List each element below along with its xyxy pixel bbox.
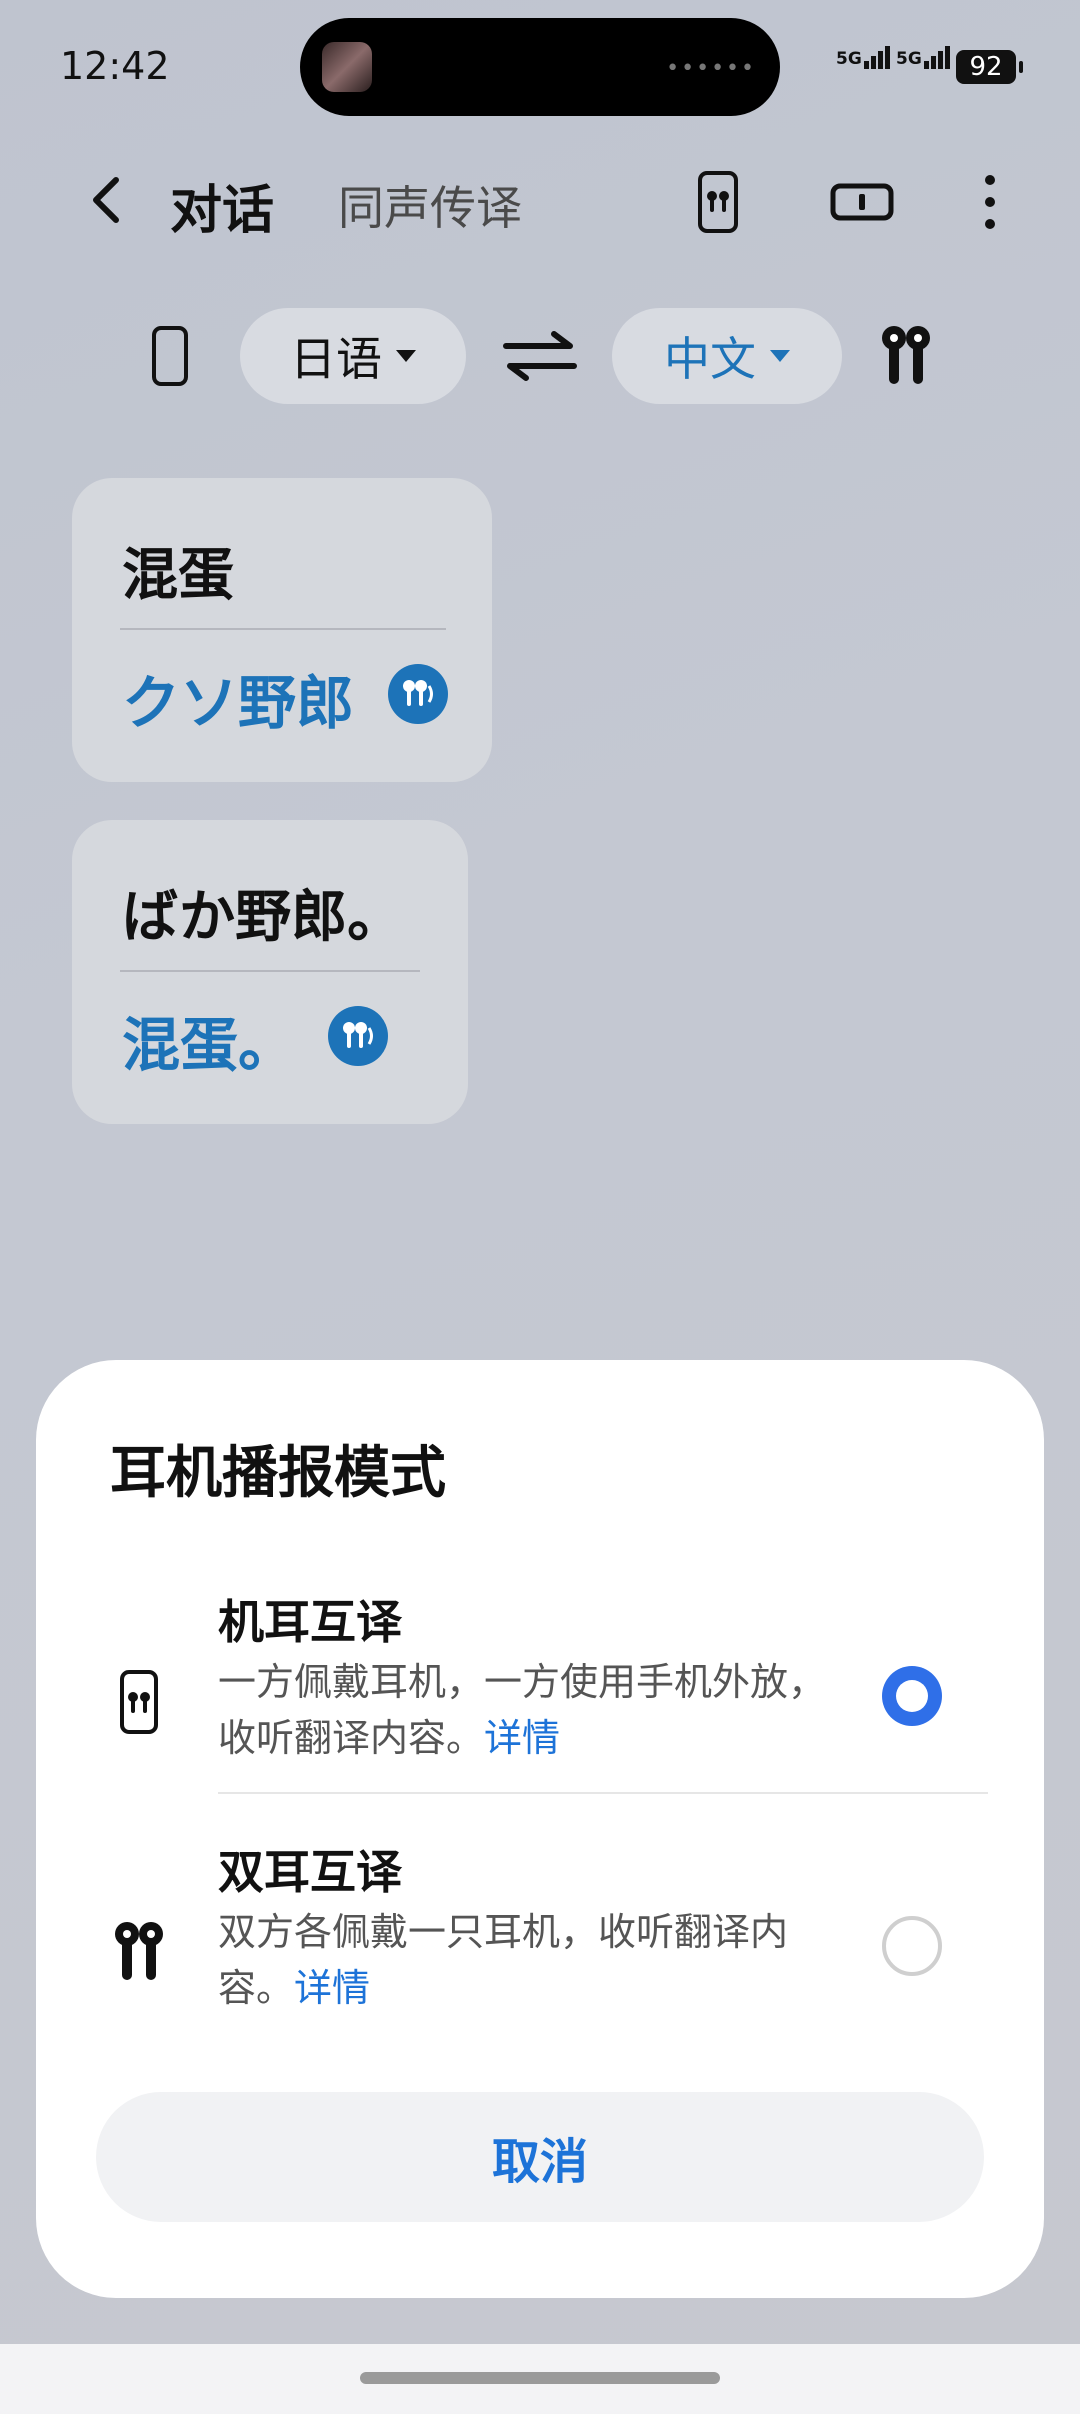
radio-selected[interactable]: [882, 1666, 942, 1726]
network-type-label: 5G: [836, 49, 862, 69]
page-title: 对话: [170, 181, 275, 241]
source-language-select[interactable]: 日语: [240, 308, 466, 404]
waveform-icon: ••••••: [666, 56, 756, 81]
option-title: 双耳互译: [218, 1845, 402, 1899]
translated-text: クソ野郎: [122, 669, 355, 737]
message-bubble: 混蛋 クソ野郎: [72, 478, 492, 782]
split-screen-icon[interactable]: [830, 170, 894, 234]
divider: [218, 1792, 988, 1794]
earbud-audio-icon[interactable]: [388, 664, 448, 724]
option-dual-earbud[interactable]: 双耳互译 双方各佩戴一只耳机，收听翻译内容。详情: [36, 1836, 1044, 2016]
option-description: 双方各佩戴一只耳机，收听翻译内容。详情: [218, 1904, 838, 2016]
cancel-button[interactable]: 取消: [96, 2092, 984, 2222]
earbuds-icon[interactable]: [876, 322, 936, 394]
divider: [120, 970, 420, 972]
message-bubble: ばか野郎。 混蛋。: [72, 820, 468, 1124]
caret-down-icon: [396, 350, 416, 362]
chevron-left-icon[interactable]: [78, 170, 138, 230]
earbuds-icon: [106, 1912, 172, 1992]
swap-arrows-icon[interactable]: [500, 328, 580, 388]
phone-icon[interactable]: [150, 324, 190, 392]
caret-down-icon: [770, 350, 790, 362]
source-language-label: 日语: [290, 332, 382, 386]
signal-bars-icon: [923, 46, 952, 69]
target-language-label: 中文: [664, 332, 756, 386]
app-header: 对话 同声传译: [0, 150, 1080, 250]
sheet-title: 耳机播报模式: [110, 1441, 446, 1506]
option-description: 一方佩戴耳机，一方使用手机外放，收听翻译内容。详情: [218, 1654, 838, 1766]
dynamic-island: ••••••: [300, 18, 780, 116]
home-indicator[interactable]: [360, 2372, 720, 2384]
option-phone-earbud[interactable]: 机耳互译 一方佩戴耳机，一方使用手机外放，收听翻译内容。详情: [36, 1586, 1044, 1766]
tab-simultaneous[interactable]: 同声传译: [338, 172, 522, 238]
phone-earbuds-icon: [106, 1662, 172, 1742]
network-type-label: 5G: [896, 49, 922, 69]
more-vertical-icon[interactable]: [958, 170, 1022, 234]
status-time: 12:42: [60, 44, 170, 88]
earbud-audio-icon[interactable]: [328, 1006, 388, 1066]
details-link[interactable]: 详情: [294, 1966, 370, 2010]
battery-indicator: 92: [956, 50, 1023, 84]
media-thumbnail: [322, 42, 372, 92]
option-title: 机耳互译: [218, 1595, 402, 1649]
radio-unselected[interactable]: [882, 1916, 942, 1976]
source-text: ばか野郎。: [122, 885, 404, 950]
translated-text: 混蛋。: [122, 1011, 297, 1079]
signal-indicator-2: 5G: [896, 46, 952, 69]
language-bar: 日语 中文: [0, 308, 1080, 404]
divider: [120, 628, 446, 630]
signal-bars-icon: [863, 46, 892, 69]
source-text: 混蛋: [122, 543, 234, 608]
earphone-mode-sheet: 耳机播报模式 机耳互译 一方佩戴耳机，一方使用手机外放，收听翻译内容。详情 双耳…: [36, 1360, 1044, 2298]
status-bar: 12:42 •••••• 5G 5G 92: [0, 0, 1080, 130]
phone-earbuds-icon[interactable]: [686, 170, 750, 234]
target-language-select[interactable]: 中文: [612, 308, 842, 404]
details-link[interactable]: 详情: [484, 1716, 560, 1760]
signal-indicator-1: 5G: [836, 46, 892, 69]
